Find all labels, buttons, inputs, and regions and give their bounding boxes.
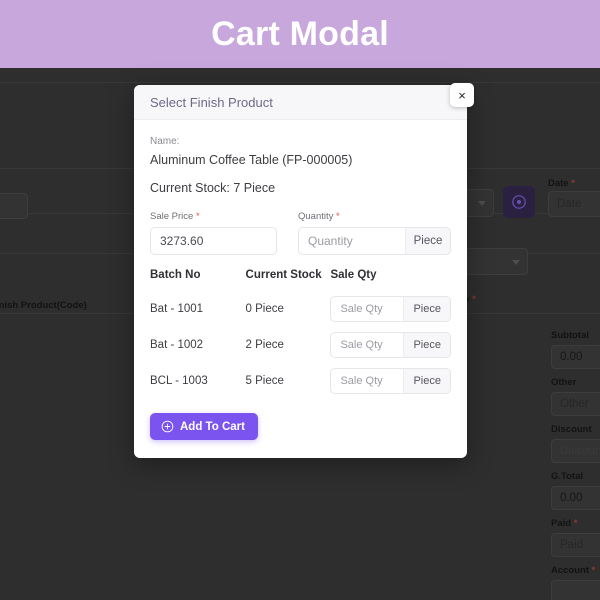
cell-batch-no: Bat - 1002: [150, 339, 204, 351]
bg-target-icon-button[interactable]: [503, 186, 535, 218]
bg-select-field-2[interactable]: [465, 248, 528, 275]
quantity-label: Quantity *: [298, 211, 340, 222]
sale-qty-input[interactable]: [330, 296, 404, 322]
quantity-group: Quantity * Piece: [298, 211, 451, 255]
bg-total-label-account: Account *: [551, 565, 596, 576]
bg-total-label-other: Other: [551, 377, 577, 388]
sale-qty-input-group: Piece: [330, 332, 451, 358]
batch-table-head: Batch No Current Stock Sale Qty: [150, 269, 451, 291]
chevron-down-icon: [478, 201, 486, 206]
bg-total-field-discount[interactable]: Discount: [551, 439, 600, 463]
close-icon[interactable]: ×: [450, 83, 474, 107]
bg-total-field-paid[interactable]: Paid: [551, 533, 600, 557]
table-row: BCL - 1003 5 Piece Piece: [150, 363, 451, 399]
bg-date-label: Date *: [548, 178, 575, 189]
cell-batch-no: BCL - 1003: [150, 375, 208, 387]
cell-batch-no: Bat - 1001: [150, 303, 204, 315]
price-quantity-row: Sale Price * Quantity * Piece: [150, 211, 451, 255]
bg-total-label-paid: Paid *: [551, 518, 578, 529]
cell-current-stock: 0 Piece: [245, 303, 284, 315]
bg-total-field-subtotal[interactable]: 0.00: [551, 345, 600, 369]
quantity-input[interactable]: [298, 227, 405, 255]
sale-qty-input-group: Piece: [330, 296, 451, 322]
cell-sale-qty: Piece: [330, 291, 451, 327]
plus-circle-icon: [161, 420, 174, 433]
cell-current-stock: 5 Piece: [245, 375, 284, 387]
bg-total-field-account[interactable]: [551, 580, 600, 600]
batch-table-header-row: Batch No Current Stock Sale Qty: [150, 269, 451, 291]
header-current-stock: Current Stock: [245, 269, 322, 281]
current-stock-text: Current Stock: 7 Piece: [150, 181, 276, 195]
page-title: Cart Modal: [211, 14, 389, 53]
bg-total-field-gtotal[interactable]: 0.00: [551, 486, 600, 510]
select-finish-product-modal: Select Finish Product Name: Aluminum Cof…: [134, 85, 467, 458]
bg-total-label-subtotal: Subtotal: [551, 330, 589, 341]
bg-total-label-gtotal: G.Total: [551, 471, 584, 482]
modal-title: Select Finish Product: [150, 94, 273, 110]
sale-qty-input-group: Piece: [330, 368, 451, 394]
cell-current-stock: 2 Piece: [245, 339, 284, 351]
target-icon: [512, 195, 526, 209]
sale-price-group: Sale Price *: [150, 211, 277, 255]
batch-table-body: Bat - 1001 0 Piece Piece Bat - 1002 2 Pi…: [150, 291, 451, 399]
sale-qty-unit-addon: Piece: [403, 332, 451, 358]
modal-footer: Add To Cart: [134, 399, 467, 456]
sale-qty-unit-addon: Piece: [403, 296, 451, 322]
chevron-down-icon: [512, 259, 520, 265]
screen: Cart Modal * 023 inish Product(Code) Dat…: [0, 0, 600, 600]
bg-total-label-discount: Discount: [551, 424, 592, 435]
header-batch-no: Batch No: [150, 269, 201, 281]
add-to-cart-button[interactable]: Add To Cart: [150, 413, 258, 440]
table-row: Bat - 1002 2 Piece Piece: [150, 327, 451, 363]
quantity-input-group: Piece: [298, 227, 451, 255]
bg-finish-product-header: inish Product(Code): [0, 300, 87, 311]
modal-header: Select Finish Product: [134, 85, 467, 120]
batch-table: Batch No Current Stock Sale Qty Bat - 10…: [150, 269, 451, 399]
sale-price-input[interactable]: [150, 227, 277, 255]
add-to-cart-label: Add To Cart: [180, 420, 245, 433]
product-name: Aluminum Coffee Table (FP-000005): [150, 153, 353, 167]
quantity-unit-addon: Piece: [405, 227, 451, 255]
sale-qty-input[interactable]: [330, 368, 404, 394]
divider: [0, 82, 600, 83]
page-banner: Cart Modal: [0, 0, 600, 68]
bg-date-input[interactable]: Date: [548, 191, 600, 217]
sale-price-label: Sale Price *: [150, 211, 200, 222]
bg-total-field-other[interactable]: Other: [551, 392, 600, 416]
name-label: Name:: [150, 136, 180, 147]
modal-body: Name: Aluminum Coffee Table (FP-000005) …: [134, 120, 467, 399]
sale-qty-input[interactable]: [330, 332, 404, 358]
sale-qty-unit-addon: Piece: [403, 368, 451, 394]
cell-sale-qty: Piece: [330, 363, 451, 399]
bg-invoice-field[interactable]: 023: [0, 193, 28, 219]
header-sale-qty: Sale Qty: [330, 269, 377, 281]
cell-sale-qty: Piece: [330, 327, 451, 363]
table-row: Bat - 1001 0 Piece Piece: [150, 291, 451, 327]
